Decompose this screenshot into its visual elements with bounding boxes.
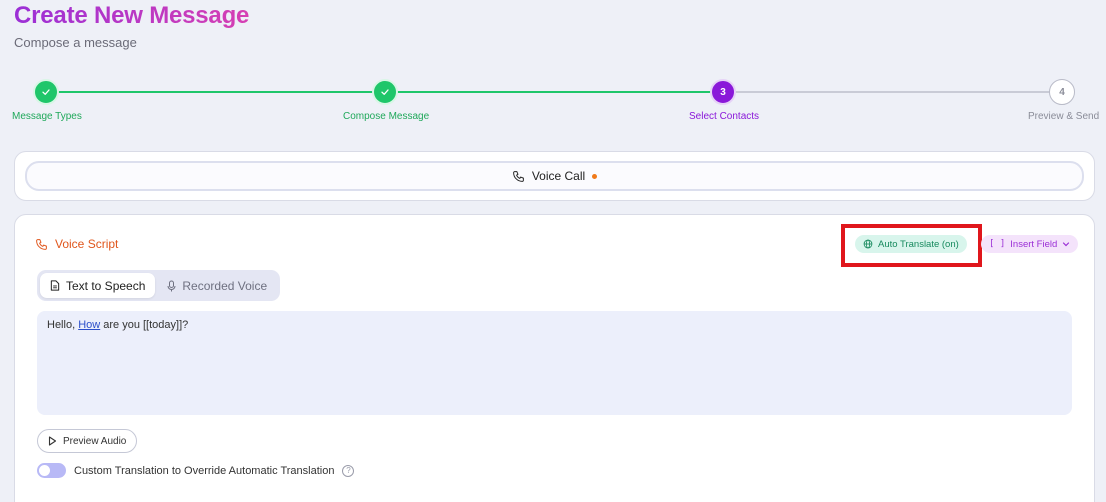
step-2-label: Compose Message (343, 111, 430, 122)
page-subtitle: Compose a message (14, 35, 137, 50)
voice-script-card: Voice Script Auto Translate (on) [ ] Ins… (14, 214, 1095, 502)
insert-field-button[interactable]: [ ] Insert Field (981, 235, 1079, 253)
voice-call-channel[interactable]: Voice Call (25, 161, 1084, 191)
check-icon (381, 89, 389, 95)
step-connector (724, 91, 1062, 93)
script-text-suffix: are you [[today]]? (100, 319, 189, 331)
step-connector (386, 91, 724, 93)
microphone-icon (167, 280, 176, 291)
auto-translate-label: Auto Translate (on) (878, 238, 959, 250)
script-text-underlined: How (78, 319, 101, 331)
custom-translation-toggle[interactable] (37, 463, 66, 478)
step-3-circle[interactable]: 3 (710, 79, 736, 105)
auto-translate-button[interactable]: Auto Translate (on) (855, 235, 967, 253)
stepper: Message Types Compose Message 3 Select C… (0, 78, 1106, 128)
custom-translation-row: Custom Translation to Override Automatic… (37, 463, 355, 478)
help-icon[interactable]: ? (342, 464, 355, 477)
globe-icon (863, 239, 873, 249)
script-text-prefix: Hello, (47, 319, 79, 331)
play-icon (48, 436, 57, 446)
step-1-circle[interactable] (33, 79, 59, 105)
chevron-down-icon (1063, 242, 1070, 247)
tab-label: Recorded Voice (182, 278, 268, 293)
document-icon (50, 280, 60, 291)
tab-label: Text to Speech (66, 278, 146, 293)
channel-card: Voice Call (14, 151, 1095, 201)
step-1-label: Message Types (12, 111, 82, 122)
status-dot (592, 173, 598, 179)
tab-recorded-voice[interactable]: Recorded Voice (157, 273, 277, 298)
toggle-knob (39, 465, 50, 476)
tab-text-to-speech[interactable]: Text to Speech (40, 273, 156, 298)
custom-translation-label: Custom Translation to Override Automatic… (74, 464, 335, 477)
preview-audio-label: Preview Audio (63, 435, 127, 447)
check-icon (42, 89, 50, 95)
step-3-label: Select Contacts (689, 111, 760, 122)
voice-script-title: Voice Script (55, 237, 119, 251)
script-mode-tabs: Text to Speech Recorded Voice (37, 270, 281, 301)
page-title: Create New Message (14, 2, 250, 29)
brackets-icon: [ ] (989, 239, 1006, 249)
script-textarea[interactable]: Hello, How are you [[today]]? (37, 311, 1072, 415)
preview-audio-button[interactable]: Preview Audio (37, 429, 138, 453)
step-2-circle[interactable] (372, 79, 398, 105)
phone-icon (36, 238, 47, 250)
voice-script-header: Voice Script (35, 237, 118, 251)
step-4-circle[interactable]: 4 (1049, 79, 1075, 105)
step-connector (46, 91, 386, 93)
insert-field-label: Insert Field (1010, 238, 1058, 250)
phone-icon (512, 170, 524, 182)
step-4-label: Preview & Send (1028, 111, 1100, 122)
channel-label: Voice Call (531, 169, 586, 183)
